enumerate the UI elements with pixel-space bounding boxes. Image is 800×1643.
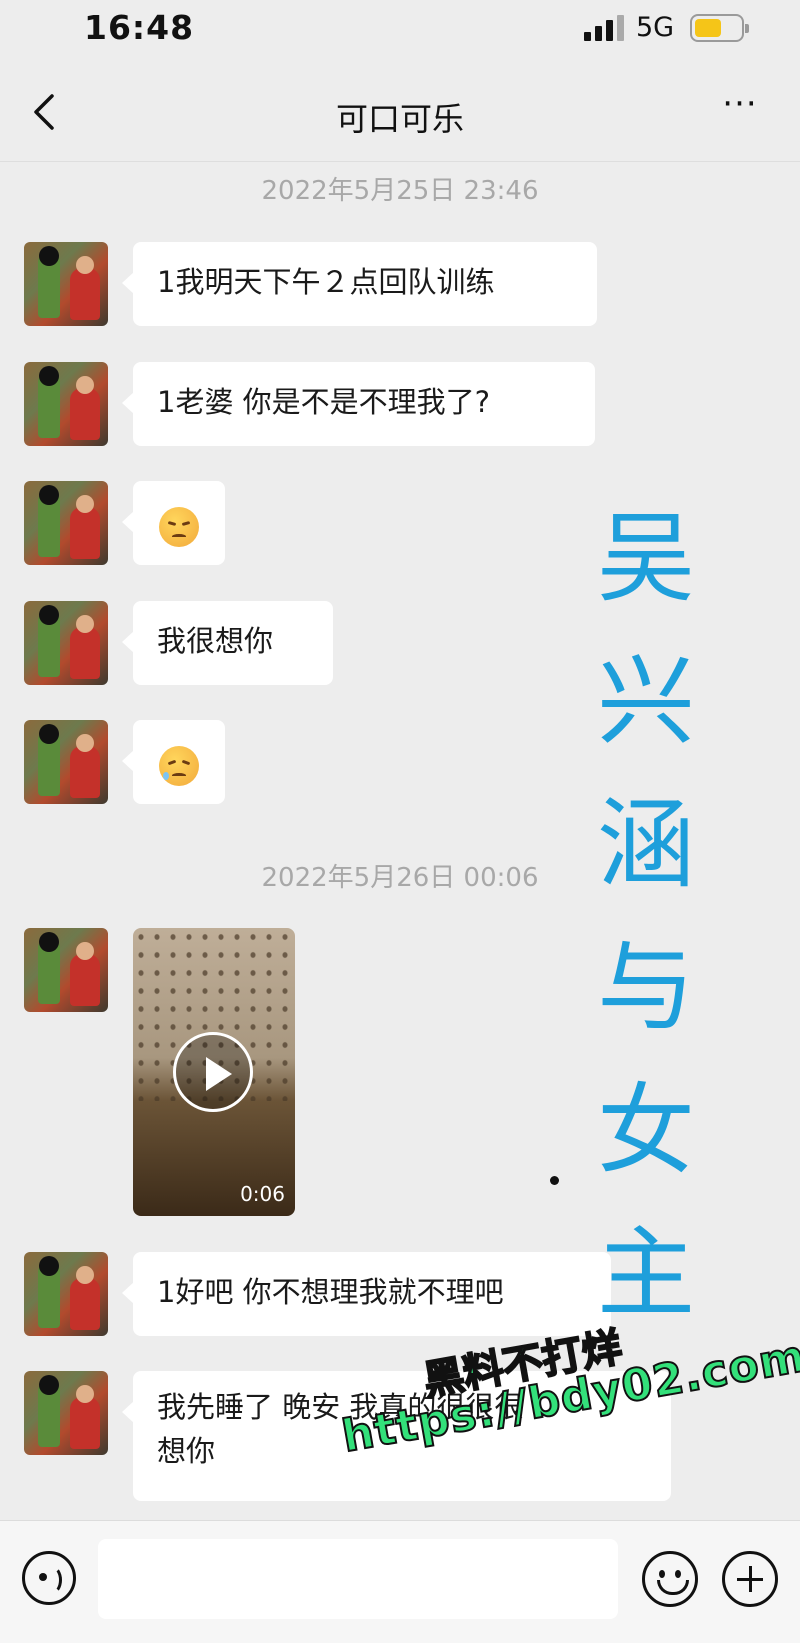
play-icon[interactable] <box>173 1032 253 1112</box>
avatar[interactable] <box>24 1371 108 1455</box>
video-message[interactable]: 0:06 <box>133 928 295 1216</box>
plus-icon[interactable] <box>722 1551 778 1607</box>
video-duration: 0:06 <box>240 1182 285 1206</box>
sad-face-emoji <box>159 507 199 547</box>
overlay-char: 涵 <box>596 788 695 902</box>
message-bubble[interactable]: 我很想你 <box>122 601 333 685</box>
overlay-caption: 吴 兴 涵 与 女 主 <box>596 488 696 1346</box>
battery-level-fill <box>695 19 721 37</box>
more-options-icon[interactable]: ··· <box>716 87 764 124</box>
message-text: 1好吧 你不想理我就不理吧 <box>157 1275 504 1309</box>
status-bar: 16:48 5G <box>0 0 800 58</box>
message-bubble[interactable]: 1好吧 你不想理我就不理吧 <box>122 1252 611 1336</box>
input-bar <box>0 1520 800 1643</box>
message-text: 我很想你 <box>157 624 274 658</box>
avatar[interactable] <box>24 242 108 326</box>
message-bubble[interactable]: 1老婆 你是不是不理我了? <box>122 362 595 446</box>
dot-marker <box>550 1176 559 1185</box>
chat-title: 可口可乐 <box>335 100 464 138</box>
overlay-char: 兴 <box>596 645 695 759</box>
chat-header: 可口可乐 ··· <box>0 62 800 162</box>
battery-icon <box>690 14 749 42</box>
avatar[interactable] <box>24 1252 108 1336</box>
avatar[interactable] <box>24 720 108 804</box>
overlay-char: 与 <box>596 931 695 1045</box>
signal-icon <box>584 15 626 41</box>
message-input[interactable] <box>98 1539 618 1619</box>
emoji-icon[interactable] <box>642 1551 698 1607</box>
crying-face-emoji <box>159 746 199 786</box>
voice-input-icon[interactable] <box>22 1551 76 1605</box>
message-bubble[interactable]: 1我明天下午２点回队训练 <box>122 242 597 326</box>
message-text: 1老婆 你是不是不理我了? <box>157 385 491 419</box>
message-bubble[interactable] <box>122 720 225 804</box>
message-bubble[interactable] <box>122 481 225 565</box>
overlay-char: 吴 <box>596 502 695 616</box>
avatar[interactable] <box>24 481 108 565</box>
status-time: 16:48 <box>84 8 195 47</box>
avatar[interactable] <box>24 362 108 446</box>
avatar[interactable] <box>24 601 108 685</box>
message-text: 1我明天下午２点回队训练 <box>157 265 495 299</box>
network-type: 5G <box>636 12 675 43</box>
avatar[interactable] <box>24 928 108 1012</box>
overlay-char: 女 <box>596 1074 695 1188</box>
message-timestamp: 2022年5月25日 23:46 <box>261 176 539 206</box>
